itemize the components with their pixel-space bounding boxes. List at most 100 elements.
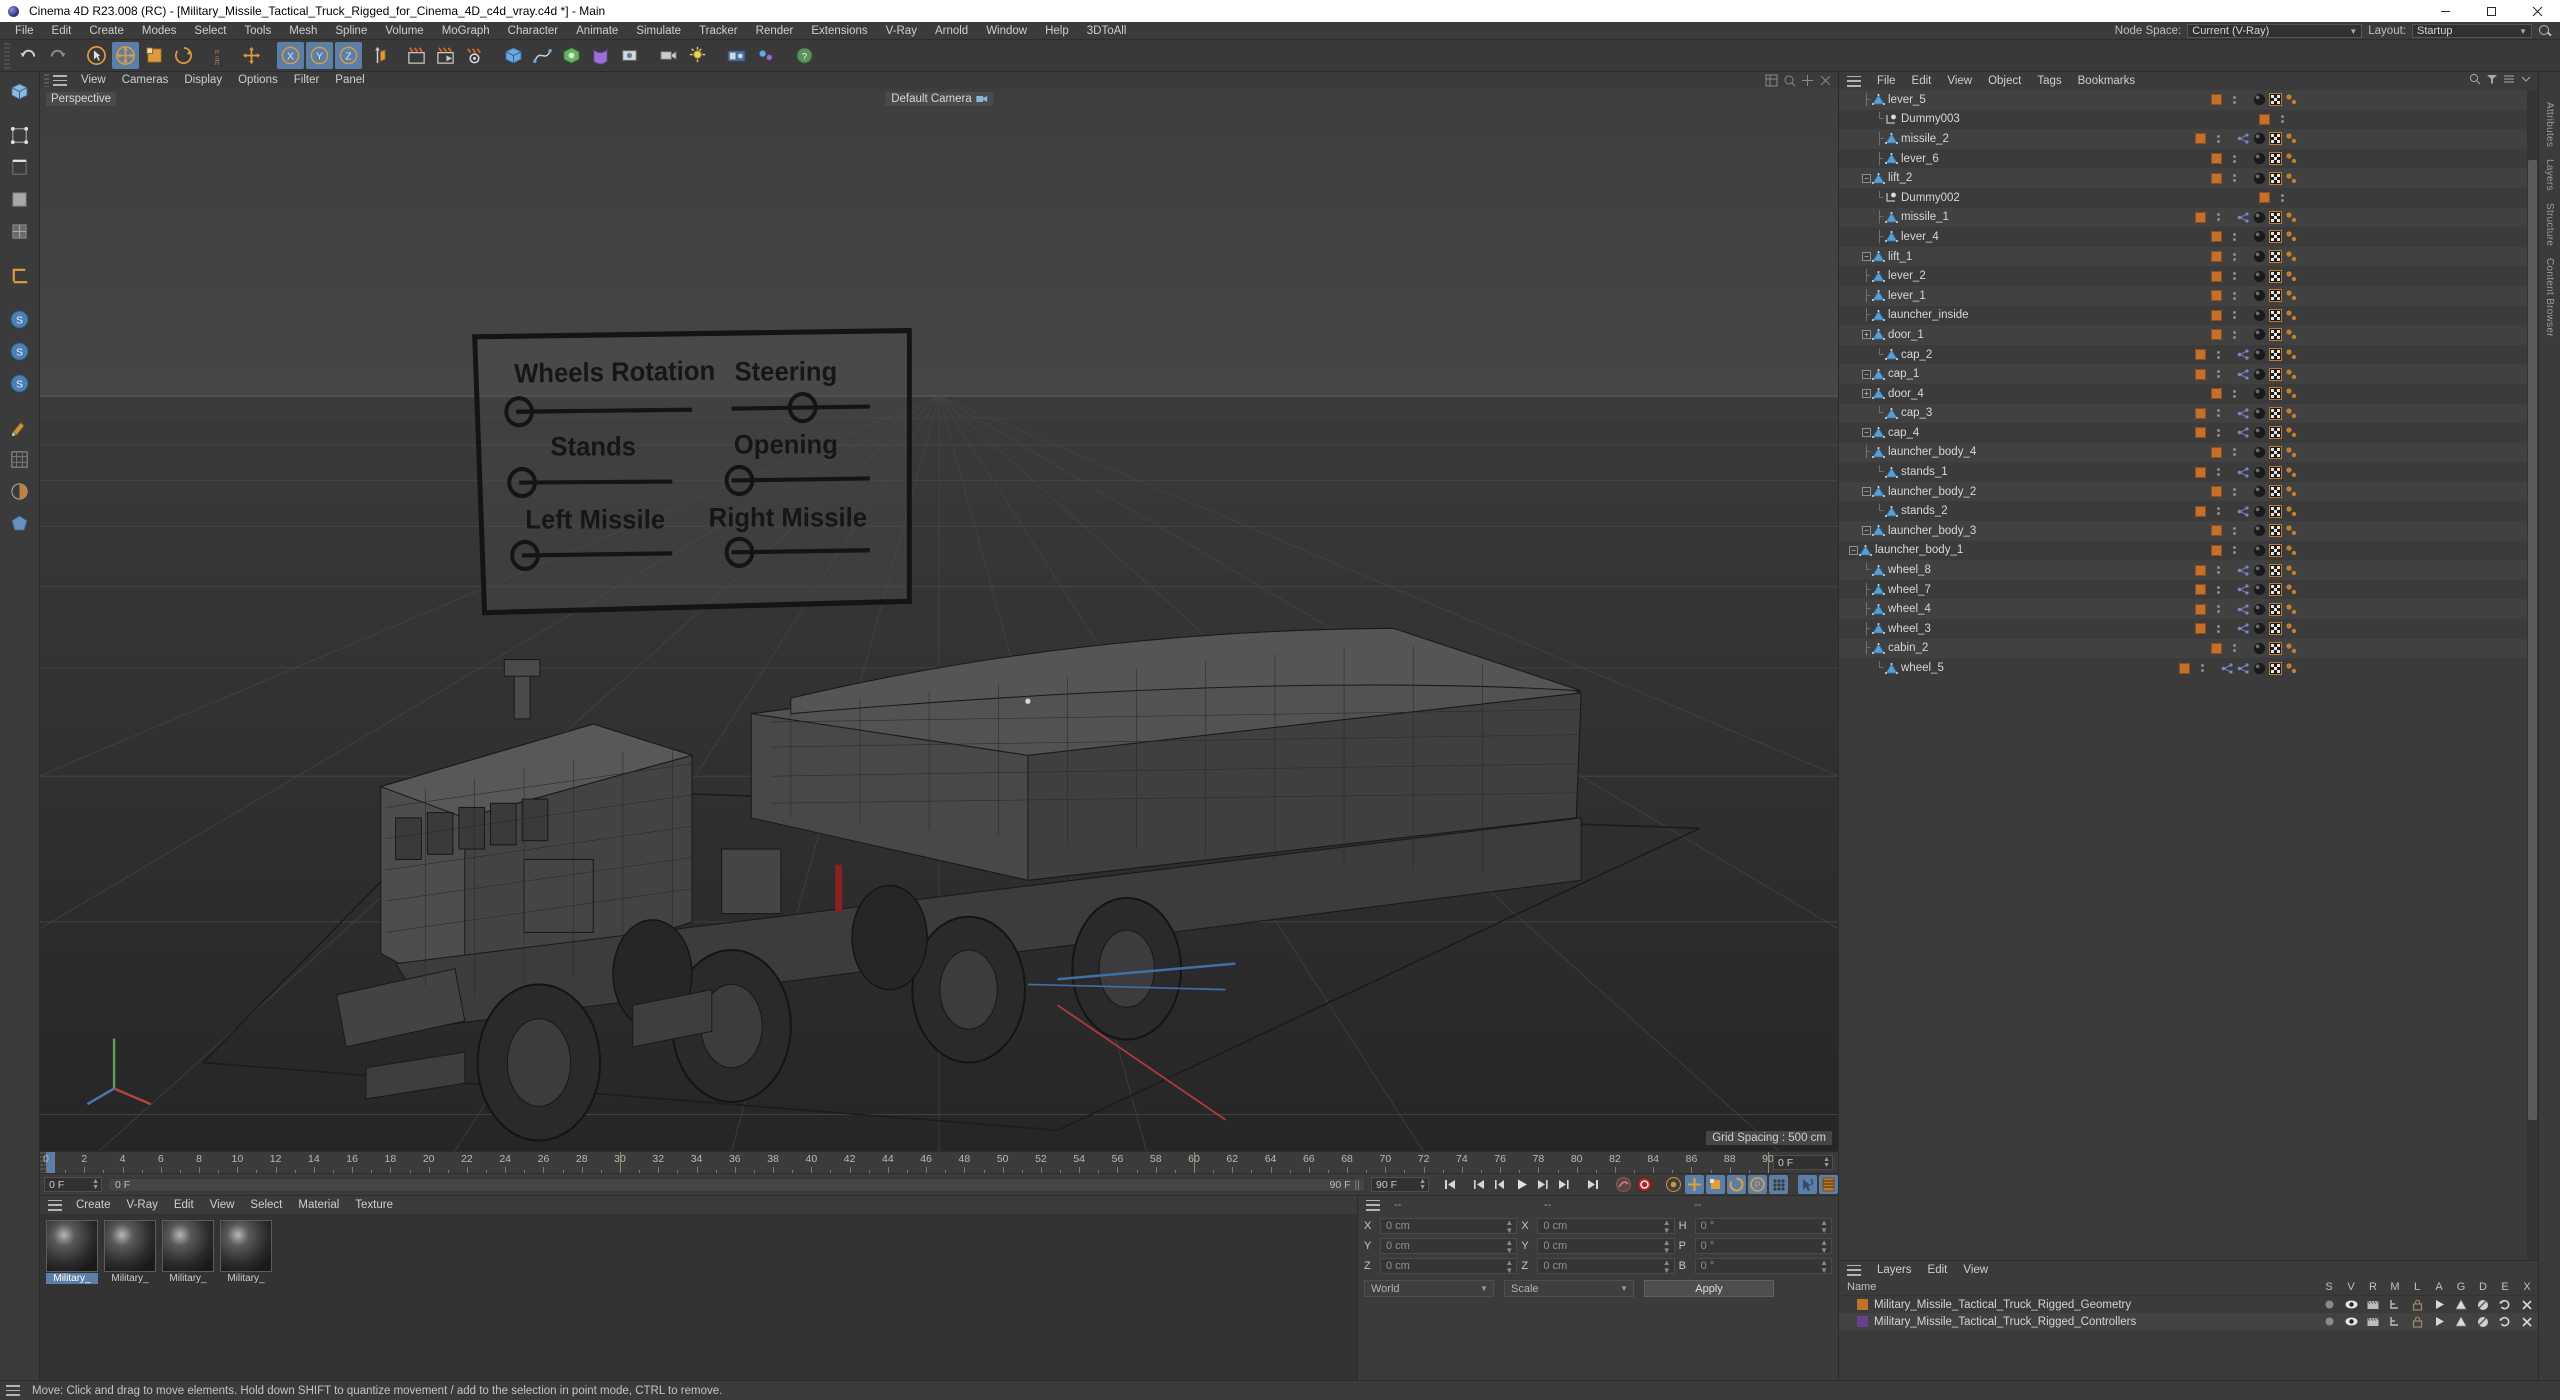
layer-color-chip[interactable] <box>2211 525 2222 537</box>
coordinates-hamburger-icon[interactable] <box>1366 1199 1380 1211</box>
world-axis-button[interactable] <box>238 42 265 69</box>
object-menu-edit[interactable]: Edit <box>1904 72 1940 90</box>
uv-tag-icon[interactable] <box>2269 445 2282 459</box>
viewport-menu-cameras[interactable]: Cameras <box>114 72 177 89</box>
uv-tag-icon[interactable] <box>2269 289 2282 303</box>
phong-tag-icon[interactable] <box>2285 172 2298 185</box>
object-row[interactable]: − cap_1 <box>1839 364 2538 384</box>
phong-tag-icon[interactable] <box>2285 289 2298 302</box>
layer-toggle-r[interactable] <box>2362 1316 2384 1328</box>
object-row[interactable]: ├ lever_1 <box>1839 285 2538 306</box>
scale-tool-button[interactable] <box>141 42 168 69</box>
uv-tag-icon[interactable] <box>2269 602 2282 616</box>
visibility-dots[interactable] <box>2217 350 2221 359</box>
layer-color-chip[interactable] <box>2211 172 2222 184</box>
axis-tag-icon[interactable] <box>2237 603 2250 616</box>
visibility-dots[interactable] <box>2233 174 2237 183</box>
key-rotation-button[interactable] <box>1727 1175 1746 1194</box>
object-manager-options-icon[interactable] <box>2503 72 2515 90</box>
add-cube-button[interactable] <box>500 42 527 69</box>
mat-tag-icon[interactable] <box>2253 466 2266 479</box>
phong-tag-icon[interactable] <box>2285 230 2298 243</box>
axis-tag-icon[interactable] <box>2237 211 2250 224</box>
menu-item-render[interactable]: Render <box>747 22 803 40</box>
object-row[interactable]: − launcher_body_1 <box>1839 541 2538 561</box>
tab-attributes[interactable]: Attributes <box>2544 102 2555 147</box>
layer-toggle-e[interactable] <box>2494 1299 2516 1311</box>
object-menu-view[interactable]: View <box>1939 72 1980 90</box>
axis-tag-icon[interactable] <box>2221 662 2234 675</box>
object-row[interactable]: └ wheel_5 <box>1839 658 2538 678</box>
viewport-menu-panel[interactable]: Panel <box>327 72 372 89</box>
visibility-dots[interactable] <box>2217 213 2221 222</box>
mat-tag-icon[interactable] <box>2253 211 2266 224</box>
stepper-icon[interactable]: ▲ ▼ <box>1820 1239 1828 1255</box>
tab-structure[interactable]: Structure <box>2544 203 2555 246</box>
phong-tag-icon[interactable] <box>2285 211 2298 224</box>
collapse-icon[interactable]: − <box>1862 369 1871 379</box>
layer-toggle-s[interactable] <box>2318 1316 2340 1328</box>
size-y-field[interactable]: 0 cm ▲ ▼ <box>1537 1238 1675 1255</box>
tab-content-browser[interactable]: Content Browser <box>2544 258 2555 337</box>
visibility-dots[interactable] <box>2233 546 2237 555</box>
layer-toggle-a[interactable] <box>2428 1299 2450 1311</box>
menu-item-simulate[interactable]: Simulate <box>627 22 690 40</box>
menu-item-file[interactable]: File <box>6 22 43 40</box>
axis-tag-icon[interactable] <box>2237 564 2250 577</box>
lock-x-axis-button[interactable]: X <box>277 42 304 69</box>
key-parameter-button[interactable]: P <box>1748 1175 1767 1194</box>
mat-tag-icon[interactable] <box>2253 230 2266 243</box>
mat-tag-icon[interactable] <box>2253 172 2266 185</box>
object-row[interactable]: + door_4 <box>1839 384 2538 404</box>
visibility-dots[interactable] <box>2233 232 2237 241</box>
node-space-select[interactable]: Current (V-Ray) ▼ <box>2187 24 2363 38</box>
mat-tag-icon[interactable] <box>2253 289 2266 302</box>
visibility-dots[interactable] <box>2233 487 2237 496</box>
stepper-icon[interactable]: ▲ ▼ <box>1505 1259 1513 1275</box>
object-row[interactable]: ├ wheel_4 <box>1839 599 2538 620</box>
object-row[interactable]: − launcher_body_3 <box>1839 521 2538 541</box>
snap-settings-button[interactable]: PSR <box>209 42 236 69</box>
mat-tag-icon[interactable] <box>2253 93 2266 106</box>
viewport-grip[interactable] <box>44 74 49 87</box>
material-menu-select[interactable]: Select <box>242 1196 290 1214</box>
visibility-dots[interactable] <box>2217 624 2221 633</box>
visibility-dots[interactable] <box>2217 409 2221 418</box>
material-menu-texture[interactable]: Texture <box>347 1196 401 1214</box>
phong-tag-icon[interactable] <box>2285 328 2298 341</box>
object-row[interactable]: + door_1 <box>1839 325 2538 345</box>
uv-tag-icon[interactable] <box>2269 543 2282 557</box>
phong-tag-icon[interactable] <box>2285 485 2298 498</box>
material-menu-v-ray[interactable]: V-Ray <box>119 1196 166 1214</box>
uv-tag-icon[interactable] <box>2269 641 2282 655</box>
phong-tag-icon[interactable] <box>2285 270 2298 283</box>
layer-toggle-g[interactable] <box>2450 1315 2472 1328</box>
layer-color-chip[interactable] <box>2211 309 2222 321</box>
phong-tag-icon[interactable] <box>2285 309 2298 322</box>
layer-color-chip[interactable] <box>2211 270 2222 282</box>
tool-texture-mode-icon[interactable] <box>5 216 35 246</box>
layer-toggle-m[interactable] <box>2384 1299 2406 1311</box>
object-row[interactable]: ├ lever_6 <box>1839 149 2538 169</box>
object-menu-bookmarks[interactable]: Bookmarks <box>2070 72 2144 90</box>
move-tool-button[interactable] <box>112 42 139 69</box>
timeline-ruler[interactable]: 0246810121416182022242628303234363840424… <box>43 1152 1774 1173</box>
visibility-dots[interactable] <box>2233 154 2237 163</box>
collapse-icon[interactable]: − <box>1862 487 1871 497</box>
autokeying-button[interactable] <box>1635 1175 1654 1194</box>
menu-item-modes[interactable]: Modes <box>133 22 186 40</box>
tab-layers[interactable]: Layers <box>2544 159 2555 191</box>
visibility-dots[interactable] <box>2201 664 2205 673</box>
object-row[interactable]: ├ missile_2 <box>1839 129 2538 149</box>
render-region-button[interactable] <box>432 42 459 69</box>
menu-item-mograph[interactable]: MoGraph <box>433 22 499 40</box>
phong-tag-icon[interactable] <box>2285 152 2298 165</box>
tool-paint-icon[interactable] <box>5 412 35 442</box>
layer-color-chip[interactable] <box>2259 192 2270 204</box>
visibility-dots[interactable] <box>2233 272 2237 281</box>
phong-tag-icon[interactable] <box>2285 250 2298 263</box>
material-menu-create[interactable]: Create <box>68 1196 119 1214</box>
uv-tag-icon[interactable] <box>2269 367 2282 381</box>
phong-tag-icon[interactable] <box>2285 132 2298 145</box>
add-spline-button[interactable] <box>529 42 556 69</box>
